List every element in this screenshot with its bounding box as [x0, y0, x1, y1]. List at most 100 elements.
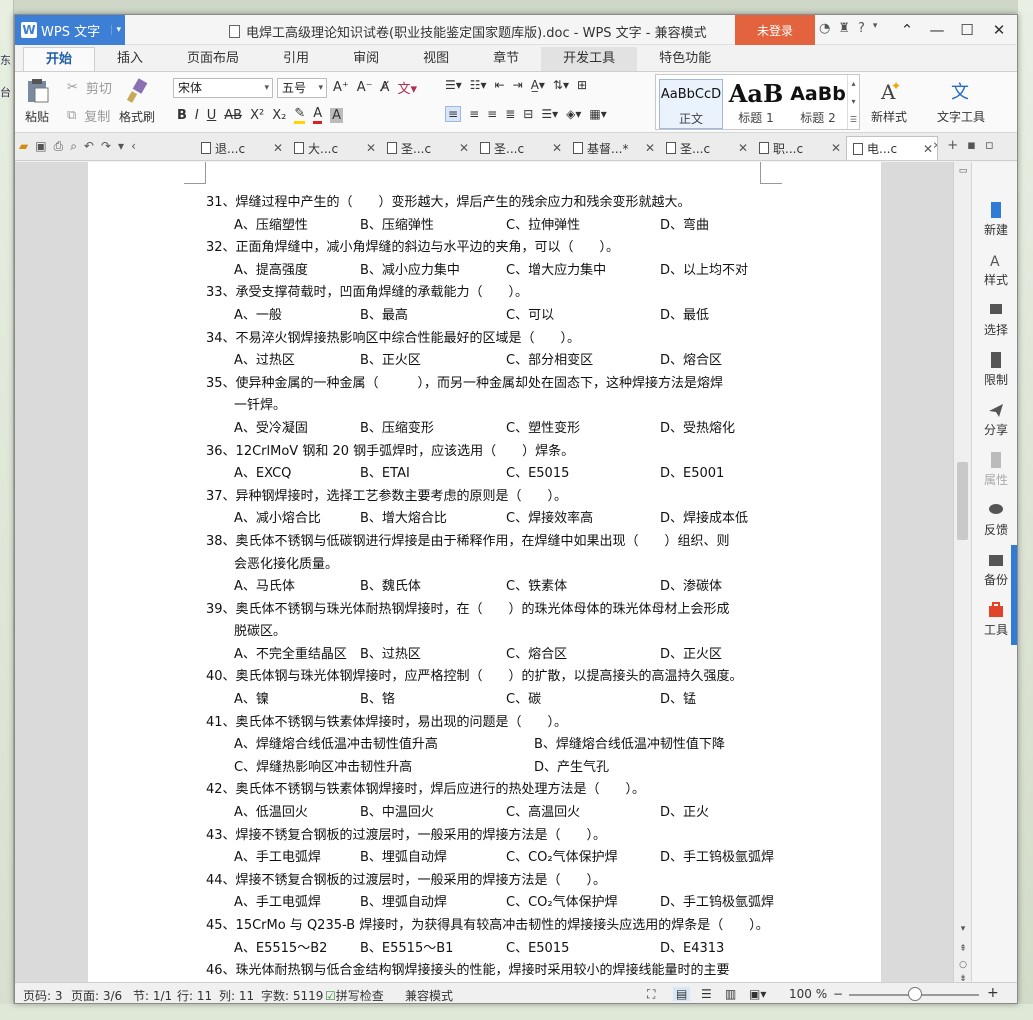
collapse-ribbon-icon[interactable]: ⌃	[893, 19, 921, 41]
print-preview-icon[interactable]: ⌕	[70, 139, 77, 154]
close-icon[interactable]: ✕	[273, 141, 283, 155]
panel-properties[interactable]: 属性	[972, 452, 1017, 488]
maximize-button[interactable]: ☐	[953, 19, 981, 41]
style-heading-2[interactable]: AaBb 标题 2	[786, 79, 850, 129]
skin-icon[interactable]: ◔	[819, 21, 830, 36]
tab-features[interactable]: 特色功能	[637, 47, 733, 71]
doc-tab[interactable]: 基督...* ✕	[567, 136, 659, 160]
underline-icon[interactable]: U	[207, 108, 217, 123]
copy-button[interactable]: ⧉ 复制	[67, 106, 110, 125]
char-shading-icon[interactable]: A	[330, 107, 344, 123]
shirt-icon[interactable]: ♜	[838, 21, 850, 36]
minimize-button[interactable]: —	[923, 19, 951, 41]
chevron-down-icon[interactable]: ▾	[873, 21, 878, 36]
numbering-icon[interactable]: ☷▾	[470, 78, 487, 92]
zoom-in-icon[interactable]: +	[987, 985, 999, 1001]
new-style-button[interactable]: A ✦ 新样式	[871, 78, 907, 125]
format-painter-button[interactable]: 格式刷	[119, 78, 155, 125]
scroll-top-icon[interactable]: ▭	[956, 166, 970, 176]
chevron-right-icon[interactable]: ›	[933, 138, 938, 153]
italic-icon[interactable]: I	[195, 108, 199, 123]
panel-share[interactable]: 分享	[972, 402, 1017, 438]
undo-icon[interactable]: ↶	[84, 139, 94, 154]
panel-select[interactable]: 选择	[972, 302, 1017, 338]
text-tools-button[interactable]: 文 文字工具	[937, 78, 985, 125]
save-icon[interactable]: ▣	[35, 139, 46, 154]
subscript-icon[interactable]: X₂	[272, 108, 286, 123]
tab-developer[interactable]: 开发工具	[541, 47, 638, 71]
tab-chapter[interactable]: 章节	[471, 47, 541, 71]
panel-new[interactable]: 新建	[972, 202, 1017, 238]
fullscreen-icon[interactable]: ⛶	[647, 987, 655, 1002]
new-tab-icon[interactable]: +	[947, 138, 958, 153]
strikethrough-icon[interactable]: AB	[224, 108, 242, 123]
tab-view[interactable]: 视图	[401, 47, 471, 71]
zoom-out-icon[interactable]: −	[833, 987, 843, 1001]
font-size-select[interactable]: 五号	[277, 78, 327, 98]
table-icon[interactable]: ⊞	[577, 78, 587, 92]
grow-font-icon[interactable]: A⁺	[333, 80, 349, 95]
close-icon[interactable]: ✕	[923, 142, 933, 156]
spell-check-toggle[interactable]: ☑拼写检查	[325, 987, 384, 1003]
bullets-icon[interactable]: ☰▾	[445, 78, 462, 92]
clear-format-icon[interactable]: A̸	[381, 80, 390, 95]
panel-feedback[interactable]: 反馈	[972, 502, 1017, 538]
doc-tab[interactable]: 圣...c ✕	[660, 136, 752, 160]
shrink-font-icon[interactable]: A⁻	[357, 80, 373, 95]
document-page[interactable]: 31、焊缝过程中产生的（ ）变形越大，焊后产生的残余应力和残余变形就越大。 A、压…	[88, 162, 881, 982]
align-left-icon[interactable]: ≡	[445, 106, 462, 122]
panel-restrict[interactable]: 限制	[972, 352, 1017, 388]
redo-icon[interactable]: ↷	[101, 139, 111, 154]
phonetic-icon[interactable]: 文▾	[397, 78, 417, 97]
doc-tab[interactable]: 圣...c ✕	[474, 136, 566, 160]
app-menu-button[interactable]: W WPS 文字 ▾	[15, 15, 125, 45]
doc-tab[interactable]: 大...c ✕	[288, 136, 380, 160]
style-scroll[interactable]: ▴ ▾ ☰	[847, 75, 859, 129]
zoom-level[interactable]: 100 %	[789, 987, 827, 1001]
justify-icon[interactable]: ≣	[505, 107, 515, 121]
close-icon[interactable]: ✕	[738, 141, 748, 155]
prev-page-icon[interactable]: ⇞	[956, 944, 970, 954]
close-icon[interactable]: ✕	[552, 141, 562, 155]
chevron-left-icon[interactable]: ‹	[131, 139, 136, 154]
tab-page-layout[interactable]: 页面布局	[165, 47, 261, 71]
tab-review[interactable]: 审阅	[331, 47, 401, 71]
shading-icon[interactable]: ◈▾	[566, 107, 581, 121]
page-view-icon[interactable]: ▤	[673, 987, 691, 1001]
doc-tab-active[interactable]: 电...c ✕	[846, 136, 938, 160]
web-view-icon[interactable]: ▣▾	[749, 987, 766, 1001]
style-heading-1[interactable]: AaB 标题 1	[724, 79, 788, 129]
align-center-icon[interactable]: ≡	[469, 107, 479, 121]
close-button[interactable]: ✕	[985, 19, 1013, 41]
scroll-thumb[interactable]	[957, 462, 968, 540]
tab-references[interactable]: 引用	[261, 47, 331, 71]
open-icon[interactable]: ▰	[19, 139, 28, 154]
align-right-icon[interactable]: ≡	[487, 107, 497, 121]
scroll-down-icon[interactable]: ▾	[956, 924, 970, 934]
close-icon[interactable]: ✕	[366, 141, 376, 155]
chevron-down-icon[interactable]: ▾	[118, 139, 124, 154]
asian-layout-icon[interactable]: A̲▾	[531, 78, 545, 92]
tab-list-icon[interactable]: ▪	[967, 138, 976, 153]
cut-button[interactable]: ✂ 剪切	[67, 78, 112, 97]
vertical-scrollbar[interactable]: ▭ ▾ ⇞ ○ ⇟	[953, 162, 971, 984]
tab-insert[interactable]: 插入	[95, 47, 165, 71]
doc-tab[interactable]: 职...c ✕	[753, 136, 845, 160]
font-name-select[interactable]: 宋体	[173, 78, 273, 98]
borders-icon[interactable]: ▦▾	[589, 107, 606, 121]
print-icon[interactable]: ⎙	[54, 139, 64, 154]
decrease-indent-icon[interactable]: ⇤	[495, 78, 505, 92]
font-color-icon[interactable]: A	[313, 106, 323, 124]
window-mode-icon[interactable]: ▫	[985, 138, 994, 153]
paste-button[interactable]: 粘贴	[23, 78, 51, 125]
outline-view-icon[interactable]: ☰	[701, 987, 712, 1001]
select-browse-icon[interactable]: ○	[956, 960, 970, 970]
close-icon[interactable]: ✕	[459, 141, 469, 155]
sort-icon[interactable]: ⇅▾	[553, 78, 569, 92]
highlight-icon[interactable]: ✎	[294, 106, 306, 124]
style-normal[interactable]: AaBbCcD 正文	[659, 79, 723, 129]
line-spacing-icon[interactable]: ☰▾	[541, 107, 558, 121]
doc-tab[interactable]: 退...c ✕	[195, 136, 287, 160]
superscript-icon[interactable]: X²	[250, 108, 264, 123]
tab-home[interactable]: 开始	[23, 47, 96, 71]
